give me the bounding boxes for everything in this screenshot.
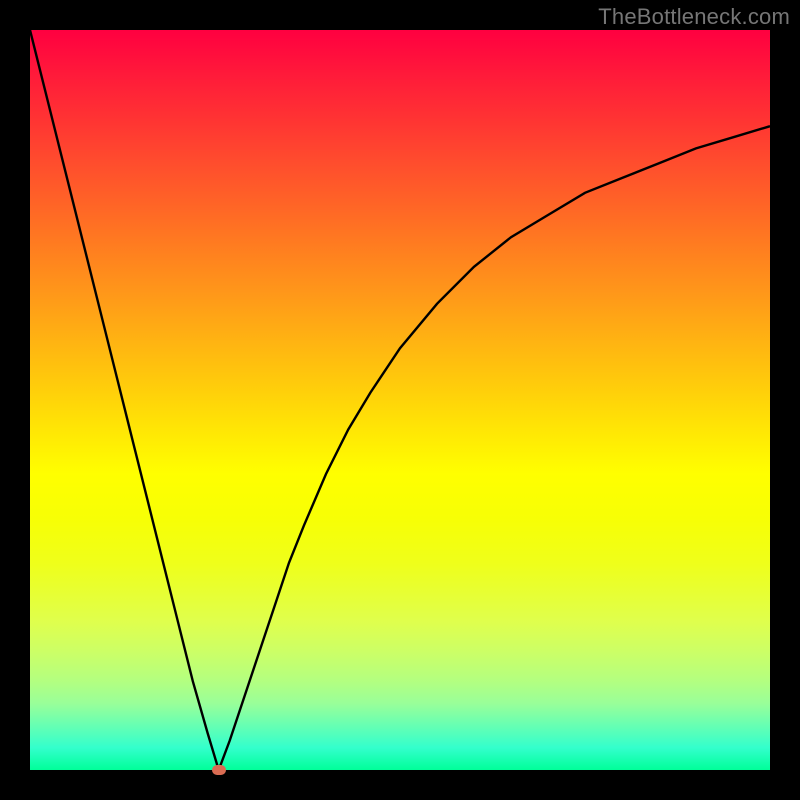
watermark-text: TheBottleneck.com (598, 4, 790, 30)
chart-container: TheBottleneck.com (0, 0, 800, 800)
curve-layer (30, 30, 770, 770)
bottleneck-curve (30, 30, 770, 770)
plot-area (30, 30, 770, 770)
optimal-point-marker (212, 765, 226, 775)
